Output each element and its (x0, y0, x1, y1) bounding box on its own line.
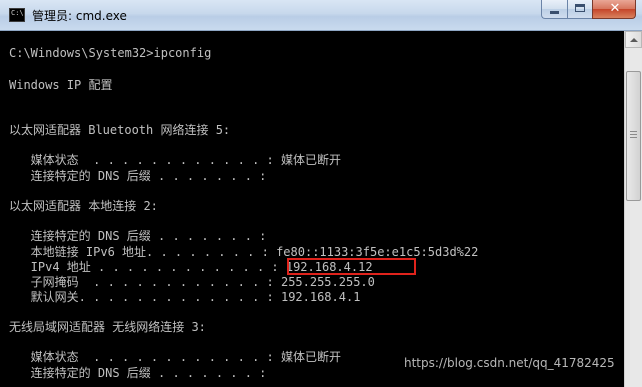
console-line-dns-suffix: 连接特定的 DNS 后缀 . . . . . . . : (9, 229, 267, 243)
cmd-icon-text: C:\ (11, 9, 24, 17)
grip-line-icon (630, 137, 637, 138)
cmd-window: C:\ 管理员: cmd.exe ✕ C:\Windows\System32>i… (0, 0, 642, 387)
console-line-media-state: 媒体状态 . . . . . . . . . . . . : 媒体已断开 (9, 153, 341, 167)
grip-line-icon (630, 131, 637, 132)
watermark-text: https://blog.csdn.net/qq_41782425 (404, 356, 615, 370)
arrow-up-icon (630, 38, 638, 42)
console-line-default-gateway: 默认网关. . . . . . . . . . . . . : 192.168.… (9, 290, 361, 304)
close-button[interactable]: ✕ (592, 0, 636, 19)
window-title: 管理员: cmd.exe (32, 9, 127, 23)
console-output[interactable]: C:\Windows\System32>ipconfig Windows IP … (0, 31, 624, 387)
console-line-dns-suffix: 连接特定的 DNS 后缀 . . . . . . . : (9, 169, 267, 183)
minimize-icon (550, 11, 559, 14)
console-line-subnet-mask: 子网掩码 . . . . . . . . . . . . : 255.255.2… (9, 275, 375, 289)
maximize-icon (575, 4, 585, 12)
grip-line-icon (630, 134, 637, 135)
console-line-adapter-local: 以太网适配器 本地连接 2: (9, 199, 158, 213)
vertical-scrollbar[interactable] (624, 31, 642, 387)
cmd-icon[interactable]: C:\ (9, 8, 25, 22)
console-line-prompt: C:\Windows\System32>ipconfig (9, 46, 212, 60)
console-line-ip-config-header: Windows IP 配置 (9, 78, 113, 92)
maximize-button[interactable] (567, 0, 592, 19)
console-line-adapter-bluetooth: 以太网适配器 Bluetooth 网络连接 5: (9, 123, 231, 137)
minimize-button[interactable] (541, 0, 567, 19)
console-line-media-state: 媒体状态 . . . . . . . . . . . . : 媒体已断开 (9, 350, 341, 364)
console-line-dns-suffix: 连接特定的 DNS 后缀 . . . . . . . : (9, 366, 267, 380)
title-bar[interactable]: C:\ 管理员: cmd.exe ✕ (0, 0, 642, 31)
scroll-up-button[interactable] (625, 31, 642, 48)
ipv4-highlight-box (287, 258, 416, 275)
console-line-adapter-wireless: 无线局域网适配器 无线网络连接 3: (9, 320, 206, 334)
caption-buttons: ✕ (541, 0, 636, 20)
scroll-thumb[interactable] (626, 71, 641, 201)
close-icon: ✕ (609, 1, 621, 16)
